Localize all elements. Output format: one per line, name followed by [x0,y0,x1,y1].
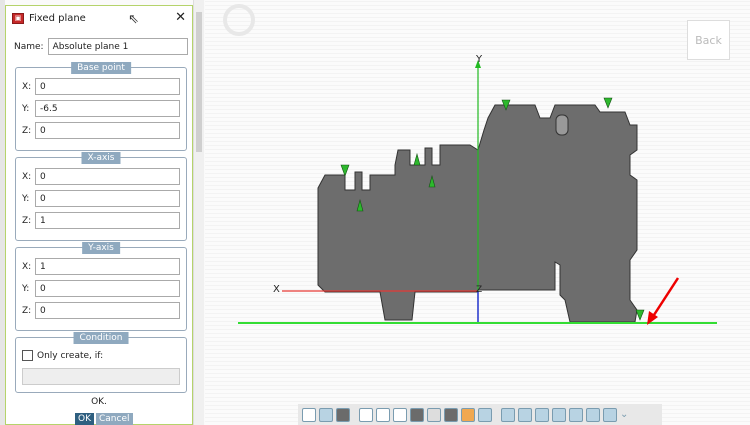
section-icon[interactable] [444,407,458,422]
view-iso-icon[interactable] [603,407,617,422]
marker [635,309,645,321]
mesh-icon[interactable] [427,407,441,422]
mouse-cursor-icon: ⇖ [128,12,139,27]
view-bottom-icon[interactable] [586,407,600,422]
marker [603,97,613,109]
wireframe-icon[interactable] [302,407,316,422]
axis-z-label: Z [476,285,482,295]
view-back-icon[interactable] [518,407,532,422]
zoom-fit-icon[interactable] [376,407,390,422]
measure-icon[interactable] [410,407,424,422]
view-right-icon[interactable] [552,407,566,422]
shaded-edges-icon[interactable] [336,407,350,422]
rotate-icon[interactable] [393,407,407,422]
view-front-icon[interactable] [501,407,515,422]
knob [555,114,569,136]
view-left-icon[interactable] [535,407,549,422]
model-drawing: Y X Z [238,54,717,325]
back-button[interactable]: Back [687,20,730,60]
cube-view-icon[interactable] [478,407,492,422]
chevron-down-icon[interactable]: ⌄ [620,409,628,420]
shaded-icon[interactable] [319,407,333,422]
zoom-icon[interactable] [359,407,373,422]
view-top-icon[interactable] [569,407,583,422]
view-toolbar: ⌄ [298,404,662,425]
axis-x-label: X [273,284,280,295]
material-icon[interactable] [461,407,475,422]
marker [340,164,350,177]
axis-y-label: Y [475,54,483,65]
marker [413,152,421,166]
red-arrow [650,277,680,319]
